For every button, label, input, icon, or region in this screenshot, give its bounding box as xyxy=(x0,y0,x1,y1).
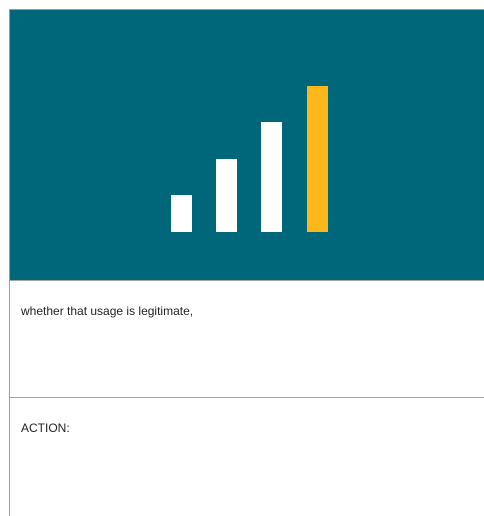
section-divider xyxy=(10,397,484,398)
section-text-1: whether that usage is legitimate, xyxy=(21,304,194,318)
signal-bar-3 xyxy=(261,122,282,232)
card-frame: whether that usage is legitimate, ACTION… xyxy=(9,9,484,516)
section-text-2: ACTION: xyxy=(21,421,70,435)
signal-bar-1 xyxy=(171,195,192,232)
hero-banner xyxy=(10,10,484,280)
signal-bar-4 xyxy=(307,86,328,232)
section-divider xyxy=(10,280,484,281)
signal-bar-2 xyxy=(216,159,237,232)
